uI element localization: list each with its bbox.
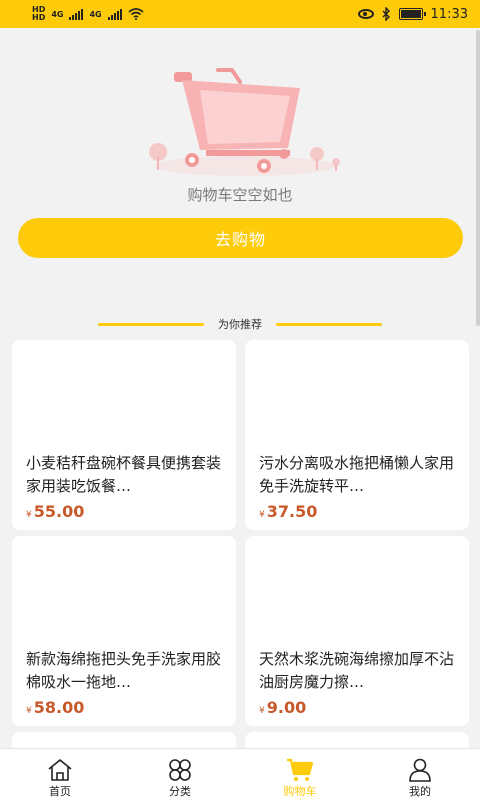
price-value: 37.50 xyxy=(266,502,318,521)
divider-right xyxy=(276,322,382,326)
network-type-1: 4G xyxy=(51,9,64,19)
product-card[interactable]: 天然木浆洗碗海绵擦加厚不沾油厨房魔力擦… ¥9.00 xyxy=(245,536,469,726)
price-value: 55.00 xyxy=(33,502,85,521)
hd-bottom: HD xyxy=(32,13,46,22)
product-name: 小麦秸秆盘碗杯餐具便携套装家用装吃饭餐… xyxy=(26,454,222,495)
tab-home[interactable]: 首页 xyxy=(0,749,120,800)
product-grid: 小麦秸秆盘碗杯餐具便携套装家用装吃饭餐… ¥55.00 污水分离吸水拖把桶懒人家… xyxy=(12,340,469,752)
divider-left xyxy=(98,322,204,326)
cart-icon xyxy=(286,757,314,783)
tab-category[interactable]: 分类 xyxy=(120,749,240,800)
currency-symbol: ¥ xyxy=(259,510,265,520)
price-value: 58.00 xyxy=(33,698,85,717)
hd-indicator: HD HD xyxy=(32,6,45,22)
status-bar: HD HD 4G 4G 11:33 xyxy=(0,0,480,28)
tab-label: 购物车 xyxy=(283,785,317,798)
currency-symbol: ¥ xyxy=(26,706,32,716)
bluetooth-icon xyxy=(382,7,390,21)
product-card[interactable]: 小麦秸秆盘碗杯餐具便携套装家用装吃饭餐… ¥55.00 xyxy=(12,340,236,530)
product-price: ¥58.00 xyxy=(26,698,84,717)
recommend-title: 为你推荐 xyxy=(218,318,262,331)
signal-icon xyxy=(69,8,84,20)
go-shopping-button[interactable]: 去购物 xyxy=(18,218,463,258)
price-value: 9.00 xyxy=(266,698,307,717)
status-left: HD HD 4G 4G xyxy=(32,6,144,22)
currency-symbol: ¥ xyxy=(259,706,265,716)
product-price: ¥37.50 xyxy=(259,502,317,521)
category-icon xyxy=(166,757,194,783)
product-name: 新款海绵拖把头免手洗家用胶棉吸水一拖地… xyxy=(26,650,222,691)
profile-icon xyxy=(406,757,434,783)
currency-symbol: ¥ xyxy=(26,510,32,520)
product-card[interactable]: 污水分离吸水拖把桶懒人家用免手洗旋转平… ¥37.50 xyxy=(245,340,469,530)
status-right: 11:33 xyxy=(357,6,468,22)
battery-icon xyxy=(398,8,426,20)
empty-cart-illustration xyxy=(149,68,340,176)
product-card[interactable]: 新款海绵拖把头免手洗家用胶棉吸水一拖地… ¥58.00 xyxy=(12,536,236,726)
empty-cart-section: 购物车空空如也 去购物 xyxy=(0,28,480,318)
status-time: 11:33 xyxy=(430,6,468,22)
product-price: ¥55.00 xyxy=(26,502,84,521)
recommend-header: 为你推荐 xyxy=(0,314,480,334)
product-price: ¥9.00 xyxy=(259,698,306,717)
tab-label: 我的 xyxy=(409,785,431,798)
tab-label: 首页 xyxy=(49,785,71,798)
tab-cart[interactable]: 购物车 xyxy=(240,749,360,800)
eye-icon xyxy=(357,9,374,19)
product-name: 污水分离吸水拖把桶懒人家用免手洗旋转平… xyxy=(259,454,455,495)
home-icon xyxy=(46,757,74,783)
bottom-tab-bar: 首页 分类 购物车 我的 xyxy=(0,748,480,800)
wifi-icon xyxy=(128,8,144,20)
product-name: 天然木浆洗碗海绵擦加厚不沾油厨房魔力擦… xyxy=(259,650,455,691)
scrollbar[interactable] xyxy=(476,30,480,326)
empty-cart-message: 购物车空空如也 xyxy=(187,186,293,204)
signal-icon-2 xyxy=(107,8,122,20)
network-type-2: 4G xyxy=(89,9,102,19)
tab-profile[interactable]: 我的 xyxy=(360,749,480,800)
tab-label: 分类 xyxy=(169,785,191,798)
